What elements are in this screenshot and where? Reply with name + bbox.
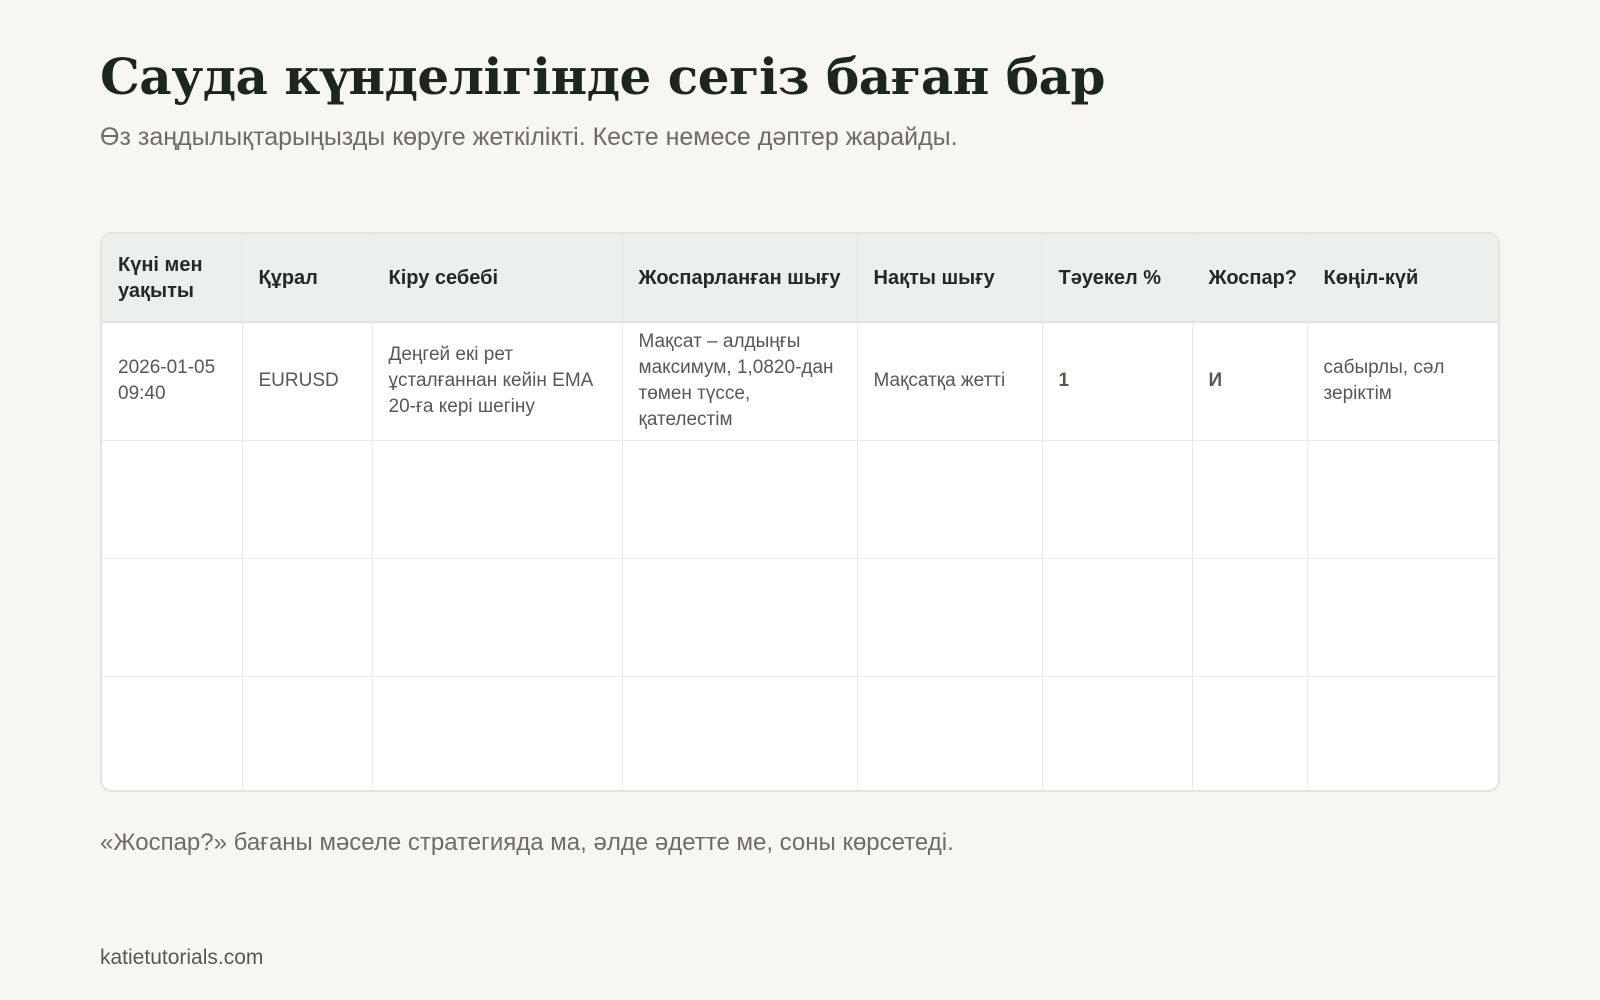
cell-mood[interactable]: сабырлы, сәл зеріктім bbox=[1307, 322, 1498, 441]
column-header-risk: Тәуекел % bbox=[1042, 234, 1193, 323]
column-header-datetime: Күні мен уақыты bbox=[102, 234, 243, 323]
cell-risk[interactable] bbox=[1042, 440, 1193, 559]
cell-datetime[interactable]: 2026-01-05 09:40 bbox=[102, 322, 243, 441]
cell-datetime[interactable] bbox=[102, 440, 243, 559]
cell-plan[interactable] bbox=[1192, 676, 1308, 790]
column-header-mood: Көңіл-күй bbox=[1307, 234, 1498, 323]
page-title: Сауда күнделігінде сегіз баған бар bbox=[100, 47, 1105, 106]
cell-plan[interactable] bbox=[1192, 440, 1308, 559]
cell-mood[interactable] bbox=[1307, 558, 1498, 677]
column-header-actual-exit: Нақты шығу bbox=[857, 234, 1043, 323]
table-row bbox=[102, 558, 1498, 677]
page-subtitle: Өз заңдылықтарыңызды көруге жеткілікті. … bbox=[100, 123, 958, 151]
cell-risk[interactable]: 1 bbox=[1042, 322, 1193, 441]
trade-journal-table: Күні мен уақыты Құрал Кіру себебі Жоспар… bbox=[100, 232, 1500, 792]
cell-risk[interactable] bbox=[1042, 676, 1193, 790]
table-row bbox=[102, 676, 1498, 790]
cell-risk[interactable] bbox=[1042, 558, 1193, 677]
cell-actual-exit[interactable] bbox=[857, 558, 1043, 677]
table-row bbox=[102, 440, 1498, 559]
cell-entry-reason[interactable]: Деңгей екі рет ұсталғаннан кейін EMA 20-… bbox=[372, 322, 623, 441]
cell-plan[interactable] bbox=[1192, 558, 1308, 677]
cell-plan[interactable]: И bbox=[1192, 322, 1308, 441]
cell-datetime[interactable] bbox=[102, 558, 243, 677]
cell-datetime[interactable] bbox=[102, 676, 243, 790]
cell-actual-exit[interactable] bbox=[857, 676, 1043, 790]
site-credit: katietutorials.com bbox=[100, 946, 264, 969]
cell-instrument[interactable] bbox=[242, 558, 373, 677]
column-header-instrument: Құрал bbox=[242, 234, 373, 323]
column-header-entry-reason: Кіру себебі bbox=[372, 234, 623, 323]
cell-entry-reason[interactable] bbox=[372, 558, 623, 677]
cell-planned-exit[interactable] bbox=[622, 558, 858, 677]
cell-instrument[interactable] bbox=[242, 440, 373, 559]
cell-instrument[interactable] bbox=[242, 676, 373, 790]
journal-grid: Күні мен уақыты Құрал Кіру себебі Жоспар… bbox=[102, 234, 1498, 790]
cell-actual-exit[interactable]: Мақсатқа жетті bbox=[857, 322, 1043, 441]
cell-planned-exit[interactable]: Мақсат – алдыңғы максимум, 1,0820-дан тө… bbox=[622, 322, 858, 441]
cell-planned-exit[interactable] bbox=[622, 440, 858, 559]
cell-entry-reason[interactable] bbox=[372, 440, 623, 559]
cell-mood[interactable] bbox=[1307, 676, 1498, 790]
table-header-row: Күні мен уақыты Құрал Кіру себебі Жоспар… bbox=[102, 234, 1498, 323]
column-header-planned-exit: Жоспарланған шығу bbox=[622, 234, 858, 323]
cell-entry-reason[interactable] bbox=[372, 676, 623, 790]
cell-actual-exit[interactable] bbox=[857, 440, 1043, 559]
cell-planned-exit[interactable] bbox=[622, 676, 858, 790]
column-header-plan: Жоспар? bbox=[1192, 234, 1308, 323]
cell-instrument[interactable]: EURUSD bbox=[242, 322, 373, 441]
cell-mood[interactable] bbox=[1307, 440, 1498, 559]
table-row: 2026-01-05 09:40 EURUSD Деңгей екі рет ұ… bbox=[102, 322, 1498, 441]
table-footnote: «Жоспар?» бағаны мәселе стратегияда ма, … bbox=[100, 829, 954, 856]
